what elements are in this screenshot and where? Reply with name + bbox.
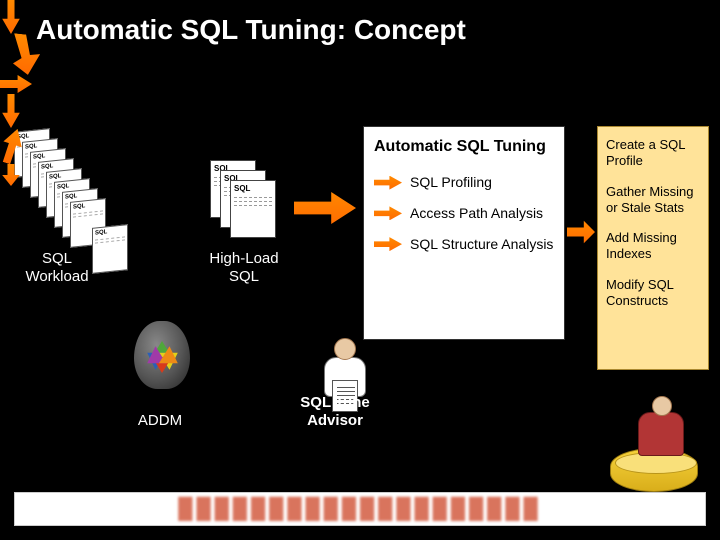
arrow-icon [374, 176, 402, 190]
sql-tune-advisor-label: SQL Tune Advisor [270, 394, 400, 430]
arrow-down-icon [0, 0, 22, 34]
page-title: Automatic SQL Tuning: Concept [36, 14, 466, 46]
footer-decorative-strip: ████████████████████ [14, 492, 706, 526]
arrow-down-icon [0, 94, 22, 128]
tuning-item: SQL Structure Analysis [374, 236, 556, 253]
arrow-icon [374, 206, 402, 220]
tuning-box-header: Automatic SQL Tuning [374, 137, 556, 156]
output-item: Create a SQL Profile [606, 137, 700, 170]
output-item: Add Missing Indexes [606, 230, 700, 263]
output-item: Gather Missing or Stale Stats [606, 184, 700, 217]
high-load-sql-stack: SQL SQL SQL [210, 160, 290, 250]
tuning-item-label: Access Path Analysis [410, 205, 543, 222]
tuning-item-label: SQL Structure Analysis [410, 236, 553, 253]
arrow-icon [567, 218, 595, 246]
sql-workload-stack: SQL SQL SQL SQL SQL SQL SQL SQL SQL [14, 130, 124, 270]
output-item: Modify SQL Constructs [606, 277, 700, 310]
automatic-sql-tuning-box: Automatic SQL Tuning SQL Profiling Acces… [363, 126, 565, 340]
high-load-sql-label: High-Load SQL [194, 250, 294, 286]
arrow-icon [294, 188, 356, 228]
arrow-icon [374, 237, 402, 251]
sql-workload-label: SQL Workload [12, 250, 102, 286]
tuning-item: SQL Profiling [374, 174, 556, 191]
tuning-item: Access Path Analysis [374, 205, 556, 222]
output-actions-box: Create a SQL Profile Gather Missing or S… [597, 126, 709, 370]
addm-label: ADDM [120, 412, 200, 429]
arrow-icon [0, 74, 32, 94]
addm-icon [128, 320, 196, 408]
tuning-item-label: SQL Profiling [410, 174, 492, 191]
